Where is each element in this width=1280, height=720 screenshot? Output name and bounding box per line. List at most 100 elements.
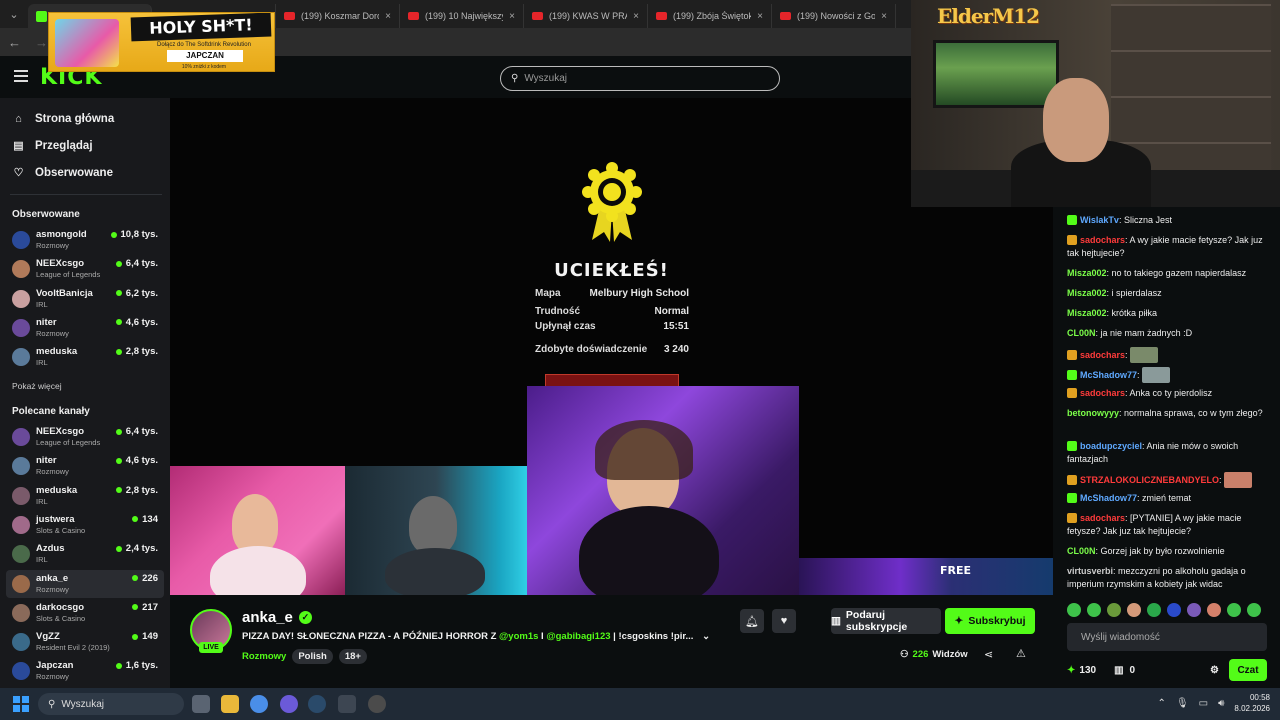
chat-settings-icon[interactable]: ⚙	[1210, 665, 1219, 676]
emote-icon[interactable]	[1247, 603, 1261, 617]
report-icon[interactable]: ⚠	[1016, 647, 1026, 660]
browser-tab[interactable]: (199) Nowości z Goth ×	[772, 4, 896, 28]
forward-icon[interactable]: →	[35, 35, 48, 50]
emote-icon[interactable]	[1207, 603, 1221, 617]
channel-name: NEEXcsgo	[36, 426, 85, 437]
subscribe-button[interactable]: ✦ Subskrybuj	[945, 608, 1035, 634]
sidebar-channel[interactable]: Azdus IRL 2,4 tys.	[6, 540, 164, 568]
chat-username[interactable]: CL00N	[1067, 546, 1096, 556]
chrome-icon[interactable]	[250, 695, 268, 713]
microphone-icon[interactable]: 🎙︎	[1176, 698, 1189, 709]
chat-username[interactable]: STRZALOKOLICZNEBANDYELO	[1080, 475, 1219, 485]
notification-bell-button[interactable]: 🔔︎	[740, 609, 764, 633]
emote-icon[interactable]	[1227, 603, 1241, 617]
emote-icon[interactable]	[1147, 603, 1161, 617]
network-icon[interactable]: ▭	[1199, 698, 1208, 709]
sidebar-channel[interactable]: VooltBanicja IRL 6,2 tys.	[6, 285, 164, 313]
nav-browse-label: Przeglądaj	[35, 139, 93, 152]
sidebar-channel[interactable]: asmongold Rozmowy 10,8 tys.	[6, 226, 164, 254]
chat-username[interactable]: Misza002	[1067, 288, 1107, 298]
emote-icon[interactable]	[1067, 603, 1081, 617]
discord-icon[interactable]	[280, 695, 298, 713]
emote-icon[interactable]	[1107, 603, 1121, 617]
nav-home[interactable]: ⌂ Strona główna	[12, 112, 114, 125]
channel-points[interactable]: 130	[1079, 665, 1096, 676]
chat-username[interactable]: sadochars	[1080, 235, 1125, 245]
sidebar-channel[interactable]: NEEXcsgo League of Legends 6,4 tys.	[6, 423, 164, 451]
gift-count[interactable]: 0	[1130, 665, 1136, 676]
expand-title-icon[interactable]: ⌄	[702, 631, 710, 642]
chat-username[interactable]: sadochars	[1080, 388, 1125, 398]
show-more-link[interactable]: Pokaż więcej	[12, 381, 62, 391]
chat-username[interactable]: Misza002	[1067, 268, 1107, 278]
chat-username[interactable]: boadupczyciel	[1080, 441, 1142, 451]
nav-browse[interactable]: ▤ Przeglądaj	[12, 139, 93, 153]
sidebar-channel[interactable]: justwera Slots & Casino 134	[6, 511, 164, 539]
emote-icon[interactable]	[1167, 603, 1181, 617]
stream-category[interactable]: Rozmowy	[242, 651, 286, 662]
chat-username[interactable]: sadochars	[1080, 350, 1125, 360]
subscribe-label: Subskrybuj	[968, 615, 1026, 627]
volume-icon[interactable]: 🔊︎	[1218, 698, 1224, 709]
sidebar-channel[interactable]: anka_e Rozmowy 226	[6, 569, 164, 598]
search-box[interactable]: ⚲	[500, 66, 780, 91]
follow-button[interactable]: ♥	[772, 609, 796, 633]
chat-username[interactable]: CL00N	[1067, 328, 1096, 338]
browser-tab[interactable]: (199) Zbója Świętokrz ×	[648, 4, 772, 28]
nav-following[interactable]: ♡ Obserwowane	[12, 166, 113, 180]
channel-avatar	[12, 260, 30, 279]
chat-username[interactable]: virtusverbi	[1067, 566, 1113, 576]
obs-icon[interactable]	[368, 695, 386, 713]
tray-chevron-icon[interactable]: ⌃	[1158, 698, 1166, 709]
emote-icon[interactable]	[1187, 603, 1201, 617]
mention-link-1[interactable]: @yom1s	[499, 631, 538, 642]
back-icon[interactable]: ←	[8, 35, 21, 50]
app-icon[interactable]	[338, 695, 356, 713]
send-chat-button[interactable]: Czat	[1229, 659, 1267, 681]
sidebar-channel[interactable]: niter Rozmowy 4,6 tys.	[6, 314, 164, 342]
share-icon[interactable]: ⋖	[984, 648, 993, 661]
tab-close-icon[interactable]: ×	[385, 11, 391, 22]
chat-text: i spierdalasz	[1111, 288, 1162, 298]
tab-close-icon[interactable]: ×	[633, 11, 639, 22]
task-view-icon[interactable]	[192, 695, 210, 713]
stream-title-suffix: | !csgoskins !pir...	[610, 631, 694, 642]
sidebar-channel[interactable]: VgZZ Resident Evil 2 (2019) 149	[6, 628, 164, 656]
sidebar-channel[interactable]: meduska IRL 2,8 tys.	[6, 343, 164, 371]
tab-close-icon[interactable]: ×	[509, 11, 515, 22]
tab-search-icon[interactable]: ⌄	[0, 0, 28, 28]
sidebar-channel[interactable]: darkocsgo Slots & Casino 217	[6, 599, 164, 627]
menu-icon[interactable]	[14, 70, 28, 82]
gift-subscription-button[interactable]: ▥ Podaruj subskrypcje	[831, 608, 941, 634]
chat-username[interactable]: McShadow77	[1080, 370, 1137, 380]
chat-username[interactable]: Misza002	[1067, 308, 1107, 318]
file-explorer-icon[interactable]	[221, 695, 239, 713]
taskbar-search[interactable]: ⚲ Wyszukaj	[38, 693, 184, 715]
emote-icon[interactable]	[1087, 603, 1101, 617]
sidebar-channel[interactable]: NEEXcsgo League of Legends 6,4 tys.	[6, 255, 164, 283]
sidebar-channel[interactable]: niter Rozmowy 4,6 tys.	[6, 452, 164, 480]
chat-username[interactable]: McShadow77	[1080, 493, 1137, 503]
sidebar-channel[interactable]: meduska IRL 2,8 tys.	[6, 482, 164, 510]
tab-close-icon[interactable]: ×	[881, 11, 887, 22]
tag-mature[interactable]: 18+	[338, 649, 367, 664]
mention-link-2[interactable]: @gabibagi123	[546, 631, 610, 642]
browser-tab[interactable]: (199) 10 Największych ×	[400, 4, 524, 28]
emote-icon[interactable]	[1127, 603, 1141, 617]
browser-tab[interactable]: (199) KWAS W PRĄCI ×	[524, 4, 648, 28]
steam-icon[interactable]	[308, 695, 326, 713]
channel-name[interactable]: anka_e	[242, 609, 293, 626]
clock[interactable]: 00:58 8.02.2026	[1234, 692, 1270, 714]
tag-language[interactable]: Polish	[292, 649, 333, 664]
tab-close-icon[interactable]: ×	[757, 11, 763, 22]
channel-name: anka_e	[36, 572, 69, 584]
sidebar-channel[interactable]: Japczan Rozmowy 1,6 tys.	[6, 657, 164, 685]
channel-name: Azdus	[36, 543, 65, 555]
browser-tab[interactable]: (199) Koszmar Dorosł... ×	[276, 4, 400, 28]
chat-username[interactable]: sadochars	[1080, 513, 1125, 523]
windows-start-icon[interactable]	[13, 696, 29, 712]
chat-username[interactable]: WislakTv	[1080, 215, 1119, 225]
search-input[interactable]	[524, 73, 755, 84]
chat-input[interactable]	[1067, 623, 1267, 651]
chat-username[interactable]: betonowyyy	[1067, 408, 1119, 418]
